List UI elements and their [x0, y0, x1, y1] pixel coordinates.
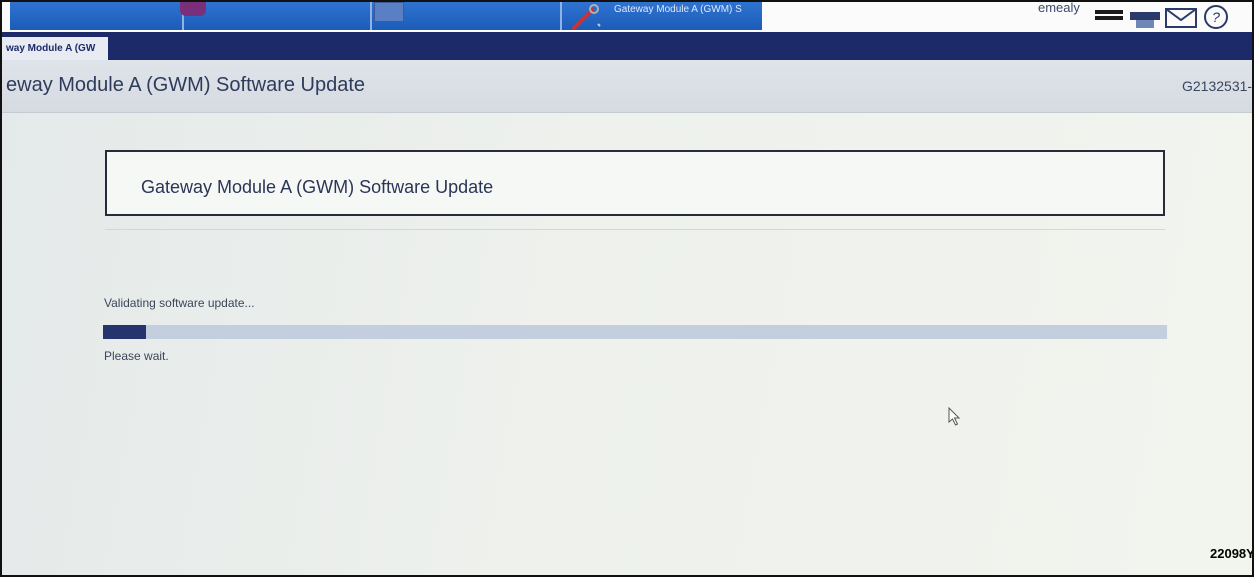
- taskbar-separator: [370, 2, 372, 30]
- taskbar-separator: [560, 2, 562, 30]
- wrench-icon[interactable]: [570, 4, 604, 30]
- network-icon[interactable]: [1128, 4, 1162, 30]
- mail-icon[interactable]: [1164, 4, 1198, 30]
- tab-gateway-module[interactable]: way Module A (GW: [2, 37, 108, 60]
- wait-text: Please wait.: [104, 349, 169, 363]
- page-title: eway Module A (GWM) Software Update: [6, 74, 366, 96]
- page-code: G2132531-: [1182, 78, 1253, 94]
- figure-id: 22098Y: [1210, 546, 1254, 561]
- cursor-icon: [948, 407, 961, 426]
- menu-icon[interactable]: [1094, 4, 1124, 30]
- app-icon[interactable]: [180, 2, 206, 16]
- status-text: Validating software update...: [104, 296, 255, 310]
- taskbar-active-label[interactable]: Gateway Module A (GWM) S: [614, 4, 762, 15]
- progress-fill: [103, 325, 146, 339]
- title-box: Gateway Module A (GWM) Software Update: [105, 150, 1165, 216]
- help-icon[interactable]: ?: [1202, 4, 1232, 30]
- app-icon[interactable]: [374, 2, 404, 22]
- box-title: Gateway Module A (GWM) Software Update: [141, 177, 494, 197]
- progress-bar: [103, 325, 1167, 339]
- tab-strip: way Module A (GW: [2, 32, 1252, 60]
- divider: [105, 229, 1165, 230]
- user-label: emealy: [1038, 0, 1080, 15]
- taskbar: Gateway Module A (GWM) S emealy ?: [2, 2, 1252, 32]
- screen-frame: Gateway Module A (GWM) S emealy ? way Mo…: [0, 0, 1254, 577]
- page-header: eway Module A (GWM) Software Update G213…: [2, 60, 1252, 113]
- svg-text:?: ?: [1212, 9, 1220, 25]
